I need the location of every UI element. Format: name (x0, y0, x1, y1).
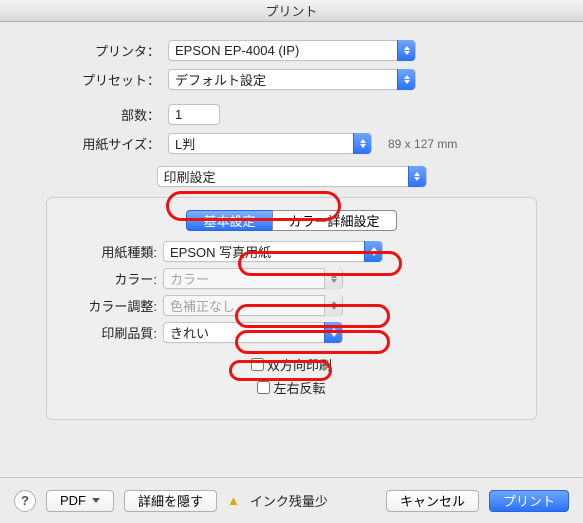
warning-icon: ▲ (227, 493, 240, 508)
dialog-footer: ? PDF 詳細を隠す ▲ インク残量少 キャンセル プリント (0, 477, 583, 523)
color-adjust-value: 色補正なし (170, 296, 235, 315)
printer-label: プリンタ： (26, 41, 162, 60)
flip-checkbox[interactable]: 左右反転 (257, 378, 325, 397)
window-title: プリント (0, 0, 583, 22)
media-type-select[interactable]: EPSON 写真用紙 (163, 241, 383, 262)
color-adjust-label: カラー調整: (69, 296, 157, 315)
paper-dimensions: 89 x 127 mm (388, 137, 457, 151)
pane-value: 印刷設定 (164, 167, 216, 186)
pane-select[interactable]: 印刷設定 (157, 166, 427, 187)
dropdown-icon (353, 133, 371, 154)
help-button[interactable]: ? (14, 490, 36, 512)
printer-select[interactable]: EPSON EP-4004 (IP) (168, 40, 416, 61)
hide-details-button[interactable]: 詳細を隠す (124, 490, 217, 512)
chevron-down-icon (92, 498, 100, 503)
quality-label: 印刷品質: (69, 323, 157, 342)
preset-value: デフォルト設定 (175, 70, 266, 89)
copies-value: 1 (175, 107, 182, 122)
tab-basic[interactable]: 基本設定 (186, 210, 271, 231)
dropdown-icon (397, 40, 415, 61)
copies-label: 部数： (26, 105, 162, 124)
ink-low-label: インク残量少 (250, 491, 328, 510)
preset-select[interactable]: デフォルト設定 (168, 69, 416, 90)
print-button[interactable]: プリント (489, 490, 569, 512)
dropdown-icon (397, 69, 415, 90)
cancel-button[interactable]: キャンセル (386, 490, 479, 512)
dropdown-icon (408, 166, 426, 187)
color-label: カラー: (69, 269, 157, 288)
media-type-label: 用紙種類: (69, 242, 157, 261)
dropdown-icon (364, 241, 382, 262)
bidirectional-checkbox-input[interactable] (251, 358, 264, 371)
paper-size-select[interactable]: L判 (168, 133, 372, 154)
dropdown-icon (324, 322, 342, 343)
paper-size-value: L判 (175, 134, 195, 153)
settings-tabs: 基本設定 カラー詳細設定 (186, 210, 396, 231)
preset-label: プリセット： (26, 70, 162, 89)
media-type-value: EPSON 写真用紙 (170, 242, 271, 261)
dropdown-icon (324, 268, 342, 289)
flip-label: 左右反転 (273, 378, 325, 397)
bidirectional-label: 双方向印刷 (267, 355, 332, 374)
quality-value: きれい (170, 323, 209, 342)
pdf-menu-button[interactable]: PDF (46, 490, 114, 512)
color-value: カラー (170, 269, 209, 288)
quality-select[interactable]: きれい (163, 322, 343, 343)
flip-checkbox-input[interactable] (257, 381, 270, 394)
copies-input[interactable]: 1 (168, 104, 220, 125)
tab-color-detail[interactable]: カラー詳細設定 (272, 210, 397, 231)
dropdown-icon (324, 295, 342, 316)
paper-size-label: 用紙サイズ： (26, 134, 162, 153)
printer-value: EPSON EP-4004 (IP) (175, 43, 299, 58)
print-settings-panel: 基本設定 カラー詳細設定 用紙種類: EPSON 写真用紙 カラー: カラー (46, 197, 537, 420)
bidirectional-checkbox[interactable]: 双方向印刷 (251, 355, 332, 374)
pdf-label: PDF (60, 493, 86, 508)
color-adjust-select: 色補正なし (163, 295, 343, 316)
color-select: カラー (163, 268, 343, 289)
